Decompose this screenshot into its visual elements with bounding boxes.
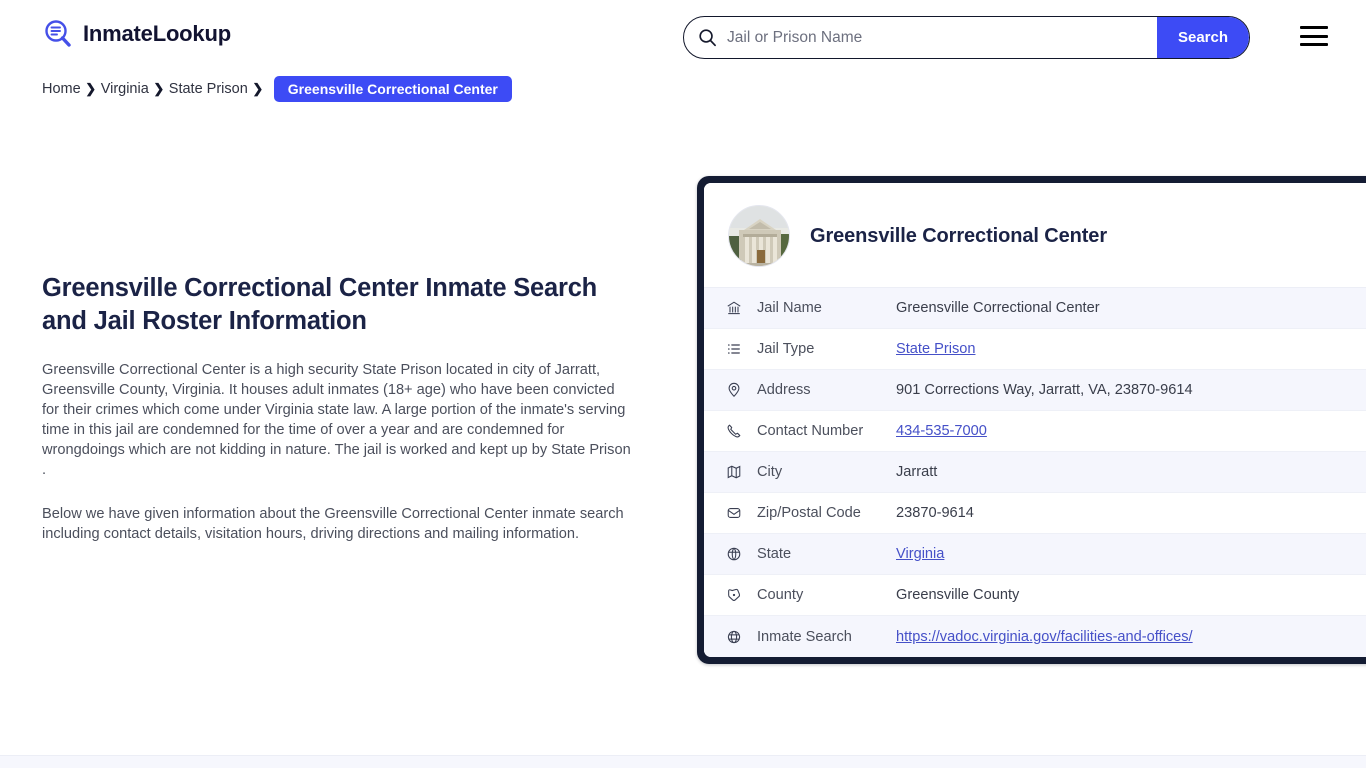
chevron-right-icon: ❯ bbox=[85, 81, 97, 96]
table-row: Contact Number 434-535-7000 bbox=[704, 411, 1366, 452]
breadcrumb-item-home[interactable]: Home bbox=[42, 81, 81, 97]
site-header: InmateLookup Search bbox=[0, 0, 1366, 72]
article-paragraph-2: Below we have given information about th… bbox=[42, 506, 624, 542]
row-value: Jarratt bbox=[896, 464, 938, 480]
jail-type-link[interactable]: State Prison bbox=[896, 341, 976, 357]
globe-icon bbox=[726, 546, 748, 562]
envelope-icon bbox=[726, 505, 748, 521]
search-list-icon bbox=[42, 18, 74, 50]
brand-logo[interactable]: InmateLookup bbox=[42, 18, 231, 50]
state-link[interactable]: Virginia bbox=[896, 546, 944, 562]
row-value[interactable]: State Prison bbox=[896, 341, 976, 357]
table-row: Jail Name Greensville Correctional Cente… bbox=[704, 288, 1366, 329]
table-row: Address 901 Corrections Way, Jarratt, VA… bbox=[704, 370, 1366, 411]
search-button[interactable]: Search bbox=[1157, 17, 1249, 58]
courthouse-photo bbox=[728, 205, 790, 267]
table-row: City Jarratt bbox=[704, 452, 1366, 493]
region-icon bbox=[726, 587, 748, 603]
breadcrumb-current: Greensville Correctional Center bbox=[273, 76, 512, 102]
row-label: Zip/Postal Code bbox=[757, 505, 861, 521]
table-row: State Virginia bbox=[704, 534, 1366, 575]
card-header: Greensville Correctional Center bbox=[704, 183, 1366, 287]
row-value: Greensville Correctional Center bbox=[896, 300, 1100, 316]
article-paragraph-1: Greensville Correctional Center is a hig… bbox=[42, 362, 631, 478]
page-title: Greensville Correctional Center Inmate S… bbox=[42, 274, 598, 335]
breadcrumb-item-state-prison[interactable]: State Prison bbox=[169, 81, 248, 97]
row-label: State bbox=[757, 546, 792, 562]
breadcrumb-item-virginia[interactable]: Virginia bbox=[101, 81, 149, 97]
map-pin-icon bbox=[726, 382, 748, 398]
list-icon bbox=[726, 341, 748, 357]
row-value[interactable]: 434-535-7000 bbox=[896, 423, 987, 439]
row-label: Inmate Search bbox=[757, 628, 852, 645]
bank-icon bbox=[726, 300, 748, 316]
row-label: Jail Name bbox=[757, 300, 822, 316]
contact-number-link[interactable]: 434-535-7000 bbox=[896, 423, 987, 439]
chevron-right-icon: ❯ bbox=[252, 81, 264, 96]
hamburger-menu-icon[interactable] bbox=[1300, 26, 1328, 46]
footer-band bbox=[0, 755, 1366, 768]
row-label: Jail Type bbox=[757, 341, 815, 357]
table-row: Jail Type State Prison bbox=[704, 329, 1366, 370]
breadcrumb: Home ❯ Virginia ❯ State Prison ❯ Greensv… bbox=[42, 76, 512, 102]
row-value: 23870-9614 bbox=[896, 505, 974, 521]
facility-details-table: Jail Name Greensville Correctional Cente… bbox=[704, 287, 1366, 657]
brand-name: InmateLookup bbox=[83, 21, 231, 46]
www-globe-icon bbox=[726, 629, 748, 645]
card-title: Greensville Correctional Center bbox=[810, 224, 1108, 247]
row-label: Address bbox=[757, 382, 811, 398]
chevron-right-icon: ❯ bbox=[153, 81, 165, 96]
facility-info-card: Greensville Correctional Center Jail Nam… bbox=[697, 176, 1366, 664]
article-section: Greensville Correctional Center Inmate S… bbox=[42, 272, 634, 544]
search-bar[interactable]: Search bbox=[683, 16, 1250, 59]
table-row: Inmate Search https://vadoc.virginia.gov… bbox=[704, 616, 1366, 657]
search-icon bbox=[698, 28, 717, 47]
row-value: Greensville County bbox=[896, 587, 1020, 603]
row-value[interactable]: Virginia bbox=[896, 546, 944, 562]
inmate-search-link[interactable]: https://vadoc.virginia.gov/facilities-an… bbox=[896, 629, 1193, 645]
search-input[interactable] bbox=[717, 28, 1157, 47]
row-label: City bbox=[757, 464, 783, 480]
phone-icon bbox=[726, 423, 748, 439]
row-value: 901 Corrections Way, Jarratt, VA, 23870-… bbox=[896, 382, 1193, 398]
map-icon bbox=[726, 464, 748, 480]
row-label: Contact Number bbox=[757, 423, 864, 439]
table-row: County Greensville County bbox=[704, 575, 1366, 616]
row-label: County bbox=[757, 587, 804, 603]
table-row: Zip/Postal Code 23870-9614 bbox=[704, 493, 1366, 534]
page-root: InmateLookup Search Home ❯ Virginia ❯ St… bbox=[0, 0, 1366, 768]
row-value[interactable]: https://vadoc.virginia.gov/facilities-an… bbox=[896, 629, 1193, 645]
